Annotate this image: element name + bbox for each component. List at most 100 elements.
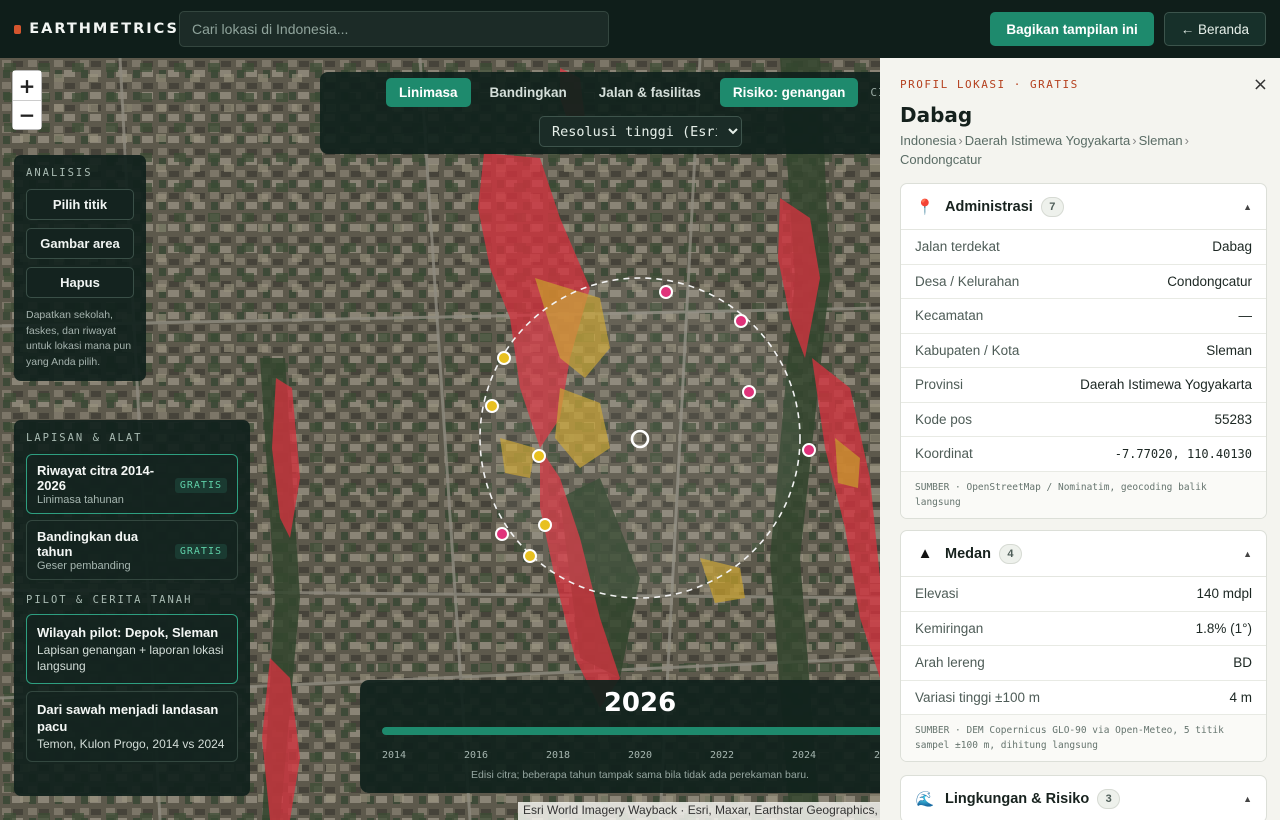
view-mode-panel: Linimasa Bandingkan Jalan & fasilitas Ri…	[320, 72, 893, 154]
tab-linimasa[interactable]: Linimasa	[386, 78, 471, 107]
pick-point-button[interactable]: Pilih titik	[26, 189, 134, 220]
item-count-badge: 4	[998, 543, 1022, 564]
layer-subtitle: Linimasa tahunan	[37, 494, 124, 506]
section-medan: ▲ Medan 4 ▲ Elevasi 140 mdpl Kemiringan 1.…	[900, 530, 1267, 762]
pilot-stories-label: PILOT & CERITA TANAH	[26, 594, 193, 606]
breadcrumb-item[interactable]: Indonesia	[900, 133, 956, 148]
tab-bandingkan[interactable]: Bandingkan	[477, 78, 580, 107]
timeline-panel: 2026 2014 2016 2018 2020 2022 2024 2 Edi…	[360, 680, 902, 793]
pilot-title: Wilayah pilot: Depok, Sleman	[37, 625, 219, 640]
layers-label: LAPISAN & ALAT	[26, 432, 143, 444]
breadcrumb: Indonesia › Daerah Istimewa Yogyakarta › Sle…	[900, 131, 1230, 169]
mountain-icon: ▲	[917, 545, 933, 562]
chevron-up-icon[interactable]: ▲	[1243, 549, 1252, 559]
layer-item-compare-years[interactable]: Bandingkan dua tahun Geser pembanding GR…	[26, 520, 238, 580]
pilot-item-temon[interactable]: Dari sawah menjadi landasan pacu Temon, …	[26, 691, 238, 762]
analysis-label: ANALISIS	[26, 167, 93, 179]
row-key: Variasi tinggi ±100 m	[915, 689, 1040, 705]
search-input[interactable]	[179, 11, 609, 47]
zoom-in-button[interactable]: +	[13, 71, 41, 100]
layers-tools-card: LAPISAN & ALAT Riwayat citra 2014-2026 L…	[14, 420, 250, 796]
row-key: Jalan terdekat	[915, 239, 1000, 255]
imagery-source-select[interactable]: Resolusi tinggi (Esri)	[539, 116, 742, 147]
item-count-badge: 3	[1097, 788, 1121, 809]
row-value: BD	[1233, 655, 1252, 671]
layer-subtitle: Geser pembanding	[37, 560, 131, 572]
row-key: Provinsi	[915, 377, 964, 393]
info-row: Kecamatan —	[901, 299, 1266, 334]
source-note: SUMBER · DEM Copernicus GLO-90 via Open-…	[901, 715, 1266, 761]
row-key: Desa / Kelurahan	[915, 273, 1020, 289]
brand-logo[interactable]: EARTHMETRICS	[14, 21, 179, 37]
chevron-up-icon[interactable]: ▲	[1243, 202, 1252, 212]
row-value: Sleman	[1206, 342, 1252, 358]
tab-flood-risk[interactable]: Risiko: genangan	[719, 78, 859, 107]
free-badge: GRATIS	[174, 544, 227, 559]
row-value: Daerah Istimewa Yogyakarta	[1080, 377, 1252, 393]
info-row: Kemiringan 1.8% (1°)	[901, 612, 1266, 646]
pilot-item-depok[interactable]: Wilayah pilot: Depok, Sleman Lapisan gen…	[26, 614, 238, 684]
share-view-button[interactable]: Bagikan tampilan ini	[990, 12, 1154, 46]
timeline-slider[interactable]	[382, 727, 902, 735]
tab-roads-facilities[interactable]: Jalan & fasilitas	[586, 78, 714, 107]
info-row: Elevasi 140 mdpl	[901, 577, 1266, 612]
tick-label: 2022	[710, 750, 735, 761]
row-value: 4 m	[1229, 689, 1252, 705]
tick-label: 2020	[628, 750, 653, 761]
location-profile-panel: PROFIL LOKASI · GRATIS × Dabag Indonesia…	[880, 58, 1280, 820]
draw-area-button[interactable]: Gambar area	[26, 228, 134, 259]
row-value: 140 mdpl	[1196, 586, 1252, 602]
info-row: Variasi tinggi ±100 m 4 m	[901, 681, 1266, 715]
row-key: Kabupaten / Kota	[915, 342, 1020, 358]
current-year: 2026	[603, 688, 677, 718]
info-row: Kode pos 55283	[901, 403, 1266, 437]
info-row: Jalan terdekat Dabag	[901, 230, 1266, 265]
section-title: Medan	[945, 545, 991, 562]
row-value: Condongcatur	[1167, 273, 1252, 289]
section-header[interactable]: 📍 Administrasi 7 ▲	[901, 184, 1266, 230]
row-key: Elevasi	[915, 586, 959, 602]
tick-label: 2024	[792, 750, 817, 761]
section-title: Lingkungan & Risiko	[945, 790, 1090, 807]
pilot-title: Dari sawah menjadi landasan pacu	[37, 702, 219, 734]
breadcrumb-item[interactable]: Sleman	[1139, 133, 1183, 148]
row-value: —	[1238, 308, 1253, 324]
brand-name: EARTHMETRICS	[29, 21, 179, 37]
info-row: Arah lereng BD	[901, 646, 1266, 681]
analysis-hint: Dapatkan sekolah, faskes, dan riwayat un…	[26, 309, 132, 368]
info-row: Kabupaten / Kota Sleman	[901, 334, 1266, 368]
close-panel-button[interactable]: ×	[1253, 74, 1268, 95]
clear-button[interactable]: Hapus	[26, 267, 134, 298]
coordinates-value: -7.77020, 110.40130	[1114, 446, 1252, 461]
pilot-subtitle: Lapisan genangan + laporan lokasi langsu…	[37, 643, 224, 673]
tick-label: 2018	[546, 750, 571, 761]
chevron-up-icon[interactable]: ▲	[1243, 794, 1252, 804]
breadcrumb-item[interactable]: Condongcatur	[900, 152, 982, 167]
info-row: Desa / Kelurahan Condongcatur	[901, 265, 1266, 299]
map-pin-icon: 📍	[915, 198, 935, 216]
zoom-out-button[interactable]: −	[13, 100, 41, 129]
breadcrumb-item[interactable]: Daerah Istimewa Yogyakarta	[965, 133, 1130, 148]
info-row: Koordinat -7.77020, 110.40130	[901, 437, 1266, 472]
section-header[interactable]: ▲ Medan 4 ▲	[901, 531, 1266, 577]
brand-mark-icon	[14, 24, 22, 34]
row-key: Kemiringan	[915, 620, 984, 636]
layer-title: Riwayat citra 2014-2026	[37, 463, 155, 493]
row-key: Kode pos	[915, 411, 973, 427]
layer-item-imagery-history[interactable]: Riwayat citra 2014-2026 Linimasa tahunan…	[26, 454, 238, 514]
row-value: Dabag	[1212, 239, 1252, 255]
breadcrumb-separator: ›	[958, 133, 963, 148]
section-title: Administrasi	[945, 198, 1033, 215]
wave-icon: 🌊	[915, 790, 935, 808]
section-environment-risk: 🌊 Lingkungan & Risiko 3 ▲	[900, 775, 1267, 820]
section-header[interactable]: 🌊 Lingkungan & Risiko 3 ▲	[901, 776, 1266, 820]
layer-title: Bandingkan dua tahun	[37, 529, 139, 559]
panel-eyebrow: PROFIL LOKASI · GRATIS	[900, 78, 1079, 91]
home-button[interactable]: ← Beranda	[1163, 12, 1266, 46]
tick-label: 2016	[464, 750, 489, 761]
row-key: Koordinat	[915, 446, 973, 462]
info-row: Provinsi Daerah Istimewa Yogyakarta	[901, 368, 1266, 403]
view-mode-tabs: Linimasa Bandingkan Jalan & fasilitas Ri…	[386, 78, 893, 107]
zoom-control: + −	[12, 70, 42, 130]
source-note: SUMBER · OpenStreetMap / Nominatim, geoc…	[901, 471, 1266, 518]
